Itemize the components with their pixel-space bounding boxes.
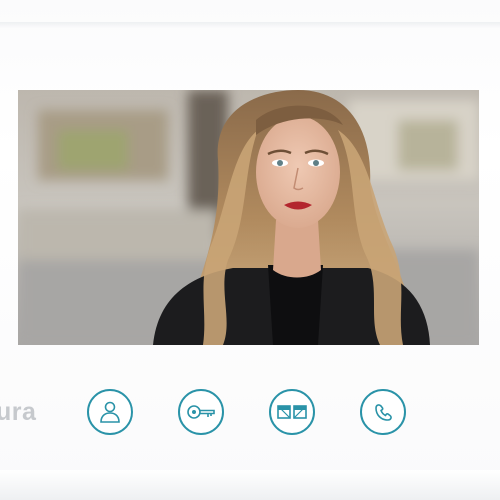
gate-icon [277, 405, 307, 419]
open-gate-button[interactable] [269, 389, 315, 435]
top-bezel [0, 22, 500, 28]
brand-logo: ura [0, 398, 37, 426]
key-icon [187, 405, 215, 419]
bottom-bezel [0, 470, 500, 500]
answer-call-button[interactable] [360, 389, 406, 435]
camera-feed-image [18, 90, 479, 345]
phone-icon [375, 404, 392, 421]
video-screen [18, 90, 479, 345]
unlock-door-button[interactable] [178, 389, 224, 435]
person-icon [100, 401, 120, 423]
intercom-monitor: ura [0, 0, 500, 500]
monitor-camera-button[interactable] [87, 389, 133, 435]
